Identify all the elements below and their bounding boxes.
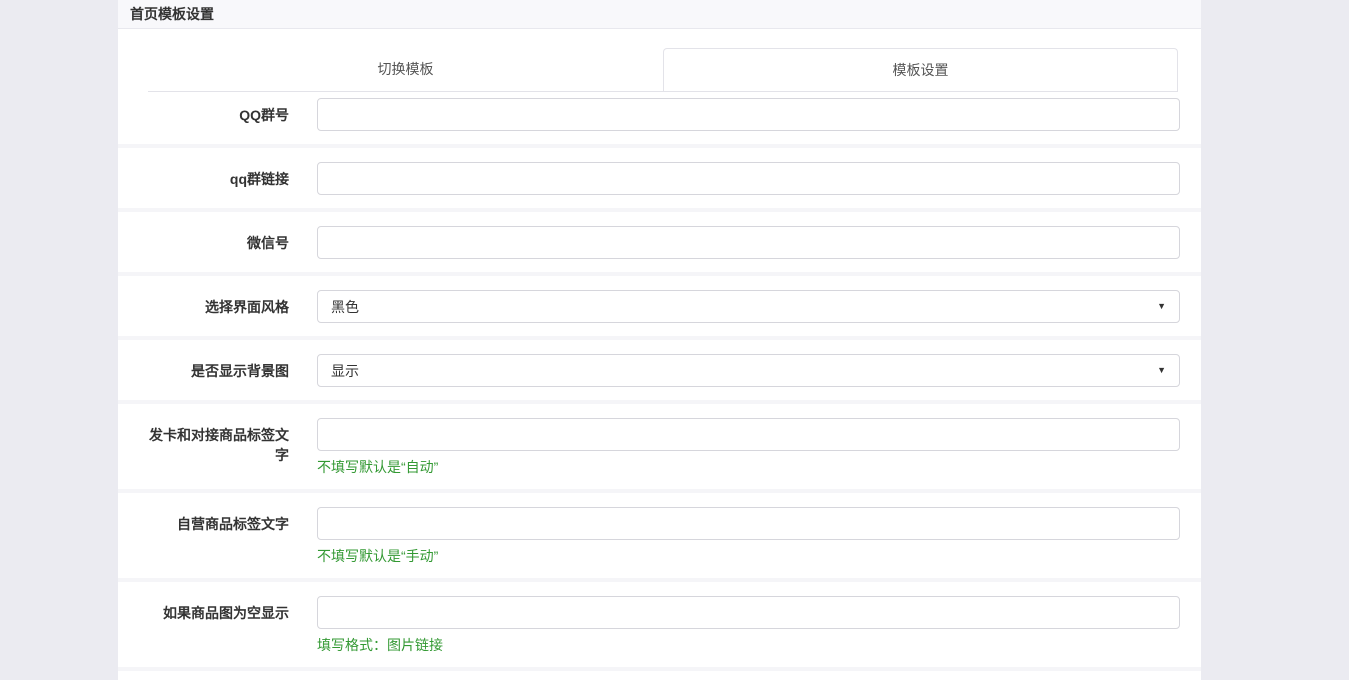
- field-label: 微信号: [118, 226, 317, 253]
- field-hint: 不填写默认是“自动”: [317, 458, 1180, 476]
- qq-group-link-input[interactable]: [317, 162, 1180, 195]
- field-label: 选择界面风格: [118, 290, 317, 317]
- show-background-select[interactable]: 显示 ▼: [317, 354, 1180, 387]
- form-row-self-product-tag: 自营商品标签文字 不填写默认是“手动”: [118, 493, 1201, 582]
- field-label: 是否显示背景图: [118, 354, 317, 381]
- select-value: 黑色: [331, 297, 359, 317]
- field-label: qq群链接: [118, 162, 317, 189]
- select-value: 显示: [331, 361, 359, 381]
- field-label: 如果商品图为空显示: [118, 596, 317, 623]
- field-label: 自营商品标签文字: [118, 507, 317, 534]
- tab-switch-template[interactable]: 切换模板: [148, 48, 663, 91]
- page-title: 首页模板设置: [130, 4, 214, 24]
- form-row-qq-group-number: QQ群号: [118, 92, 1201, 148]
- chevron-down-icon: ▼: [1157, 366, 1166, 375]
- tab-template-settings[interactable]: 模板设置: [663, 48, 1178, 91]
- settings-panel: 首页模板设置 切换模板 模板设置 QQ群号 qq群链接 微信号: [118, 0, 1201, 680]
- self-product-tag-input[interactable]: [317, 507, 1180, 540]
- form-row-qq-group-link: qq群链接: [118, 148, 1201, 212]
- form-row-interface-style: 选择界面风格 黑色 ▼: [118, 276, 1201, 340]
- chevron-down-icon: ▼: [1157, 302, 1166, 311]
- panel-header: 首页模板设置: [118, 0, 1201, 29]
- qq-group-number-input[interactable]: [317, 98, 1180, 131]
- tab-switch-template-label: 切换模板: [378, 61, 434, 77]
- form-row-wechat-id: 微信号: [118, 212, 1201, 276]
- form-row-empty-product-image: 如果商品图为空显示 填写格式：图片链接: [118, 582, 1201, 671]
- field-label: QQ群号: [118, 98, 317, 125]
- tab-bar: 切换模板 模板设置: [148, 48, 1178, 92]
- form-row-show-background: 是否显示背景图 显示 ▼: [118, 340, 1201, 404]
- field-hint: 不填写默认是“手动”: [317, 547, 1180, 565]
- card-product-tag-input[interactable]: [317, 418, 1180, 451]
- empty-product-image-input[interactable]: [317, 596, 1180, 629]
- field-label: 发卡和对接商品标签文字: [118, 418, 317, 465]
- tab-template-settings-label: 模板设置: [893, 62, 949, 78]
- template-settings-form: QQ群号 qq群链接 微信号 选择界面风格 黑色 ▼: [118, 92, 1201, 671]
- field-hint: 填写格式：图片链接: [317, 636, 1180, 654]
- interface-style-select[interactable]: 黑色 ▼: [317, 290, 1180, 323]
- wechat-id-input[interactable]: [317, 226, 1180, 259]
- form-row-card-product-tag: 发卡和对接商品标签文字 不填写默认是“自动”: [118, 404, 1201, 493]
